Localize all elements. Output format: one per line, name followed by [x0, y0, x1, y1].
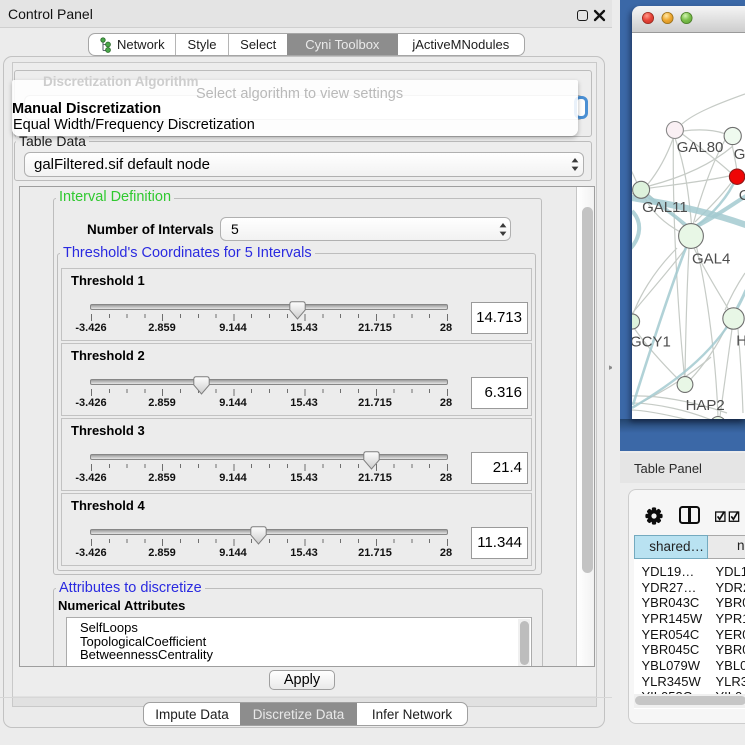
- svg-text:H: H: [736, 333, 745, 350]
- svg-text:GAL4: GAL4: [692, 251, 730, 268]
- svg-text:HAP2: HAP2: [686, 397, 725, 414]
- svg-text:GA: GA: [734, 146, 745, 163]
- svg-text:GAL11: GAL11: [642, 199, 688, 216]
- svg-text:GAL80: GAL80: [677, 139, 724, 156]
- svg-text:GCY1: GCY1: [632, 334, 671, 351]
- svg-text:C: C: [739, 187, 745, 204]
